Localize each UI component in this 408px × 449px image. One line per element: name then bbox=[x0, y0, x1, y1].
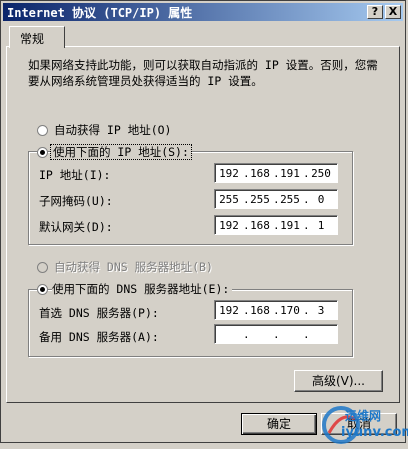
preferred-dns-octet-3: 170 bbox=[280, 304, 300, 317]
auto-ip-radio[interactable] bbox=[37, 125, 48, 136]
ip-address-label: IP 地址(I): bbox=[39, 168, 111, 182]
alternate-dns-field[interactable]: . . . bbox=[214, 324, 338, 344]
manual-dns-label[interactable]: 使用下面的 DNS 服务器地址(E): bbox=[52, 281, 233, 297]
default-gateway-octet-2: 168 bbox=[250, 219, 270, 232]
ip-address-octet-4: 250 bbox=[311, 167, 331, 180]
title-bar: Internet 协议 (TCP/IP) 属性 ? X bbox=[3, 3, 403, 21]
preferred-dns-octet-1: 192 bbox=[219, 304, 239, 317]
octet-dot: . bbox=[303, 304, 310, 317]
ip-address-octet-2: 168 bbox=[250, 167, 270, 180]
preferred-dns-label: 首选 DNS 服务器(P): bbox=[39, 306, 159, 320]
octet-dot: . bbox=[303, 193, 310, 206]
preferred-dns-octet-4: 3 bbox=[317, 304, 325, 317]
default-gateway-octet-1: 192 bbox=[219, 219, 239, 232]
octet-dot: . bbox=[303, 328, 310, 341]
help-button[interactable]: ? bbox=[367, 5, 383, 19]
manual-dns-radio[interactable] bbox=[37, 284, 48, 295]
octet-dot: . bbox=[273, 167, 280, 180]
window-title: Internet 协议 (TCP/IP) 属性 bbox=[7, 6, 193, 20]
octet-dot: . bbox=[243, 193, 250, 206]
advanced-button[interactable]: 高级(V)... bbox=[294, 370, 383, 392]
octet-dot: . bbox=[243, 304, 250, 317]
ok-button[interactable]: 确定 bbox=[241, 413, 317, 435]
subnet-mask-label: 子网掩码(U): bbox=[39, 194, 113, 208]
subnet-mask-field[interactable]: 255 . 255 . 255 . 0 bbox=[214, 189, 338, 209]
close-button[interactable]: X bbox=[385, 5, 401, 19]
subnet-mask-octet-2: 255 bbox=[250, 193, 270, 206]
octet-dot: . bbox=[273, 328, 280, 341]
watermark-brand: 运维网 bbox=[345, 409, 382, 423]
octet-dot: . bbox=[273, 219, 280, 232]
octet-dot: . bbox=[243, 219, 250, 232]
auto-ip-label[interactable]: 自动获得 IP 地址(O) bbox=[54, 122, 171, 138]
preferred-dns-field[interactable]: 192 . 168 . 170 . 3 bbox=[214, 300, 338, 320]
octet-dot: . bbox=[303, 219, 310, 232]
preferred-dns-octet-2: 168 bbox=[250, 304, 270, 317]
ip-address-octet-3: 191 bbox=[280, 167, 300, 180]
octet-dot: . bbox=[273, 193, 280, 206]
manual-ip-label-text: 使用下面的 IP 地址(S): bbox=[50, 144, 192, 160]
octet-dot: . bbox=[243, 167, 250, 180]
description-text: 如果网络支持此功能，则可以获取自动指派的 IP 设置。否则，您需要从网络系统管理… bbox=[28, 58, 378, 88]
properties-dialog: Internet 协议 (TCP/IP) 属性 ? X 常规 如果网络支持此功能… bbox=[0, 0, 408, 446]
subnet-mask-octet-3: 255 bbox=[280, 193, 300, 206]
ip-address-octet-1: 192 bbox=[219, 167, 239, 180]
default-gateway-octet-4: 1 bbox=[317, 219, 325, 232]
ip-address-field[interactable]: 192 . 168 . 191 . 250 bbox=[214, 163, 338, 183]
watermark-logo: 运维网 iyunv.com bbox=[319, 403, 408, 446]
watermark-url: iyunv.com bbox=[341, 425, 408, 440]
octet-dot: . bbox=[243, 328, 250, 341]
default-gateway-octet-3: 191 bbox=[280, 219, 300, 232]
default-gateway-field[interactable]: 192 . 168 . 191 . 1 bbox=[214, 215, 338, 235]
octet-dot: . bbox=[303, 167, 310, 180]
subnet-mask-octet-1: 255 bbox=[219, 193, 239, 206]
manual-ip-label[interactable]: 使用下面的 IP 地址(S): bbox=[50, 144, 192, 160]
octet-dot: . bbox=[273, 304, 280, 317]
auto-dns-label[interactable]: 自动获得 DNS 服务器地址(B) bbox=[54, 259, 213, 275]
subnet-mask-octet-4: 0 bbox=[317, 193, 325, 206]
alternate-dns-label: 备用 DNS 服务器(A): bbox=[39, 330, 159, 344]
auto-dns-radio[interactable] bbox=[37, 262, 48, 273]
tab-general[interactable]: 常规 bbox=[9, 26, 65, 48]
manual-ip-radio[interactable] bbox=[37, 147, 48, 158]
default-gateway-label: 默认网关(D): bbox=[39, 220, 113, 234]
tab-general-label: 常规 bbox=[20, 32, 45, 46]
